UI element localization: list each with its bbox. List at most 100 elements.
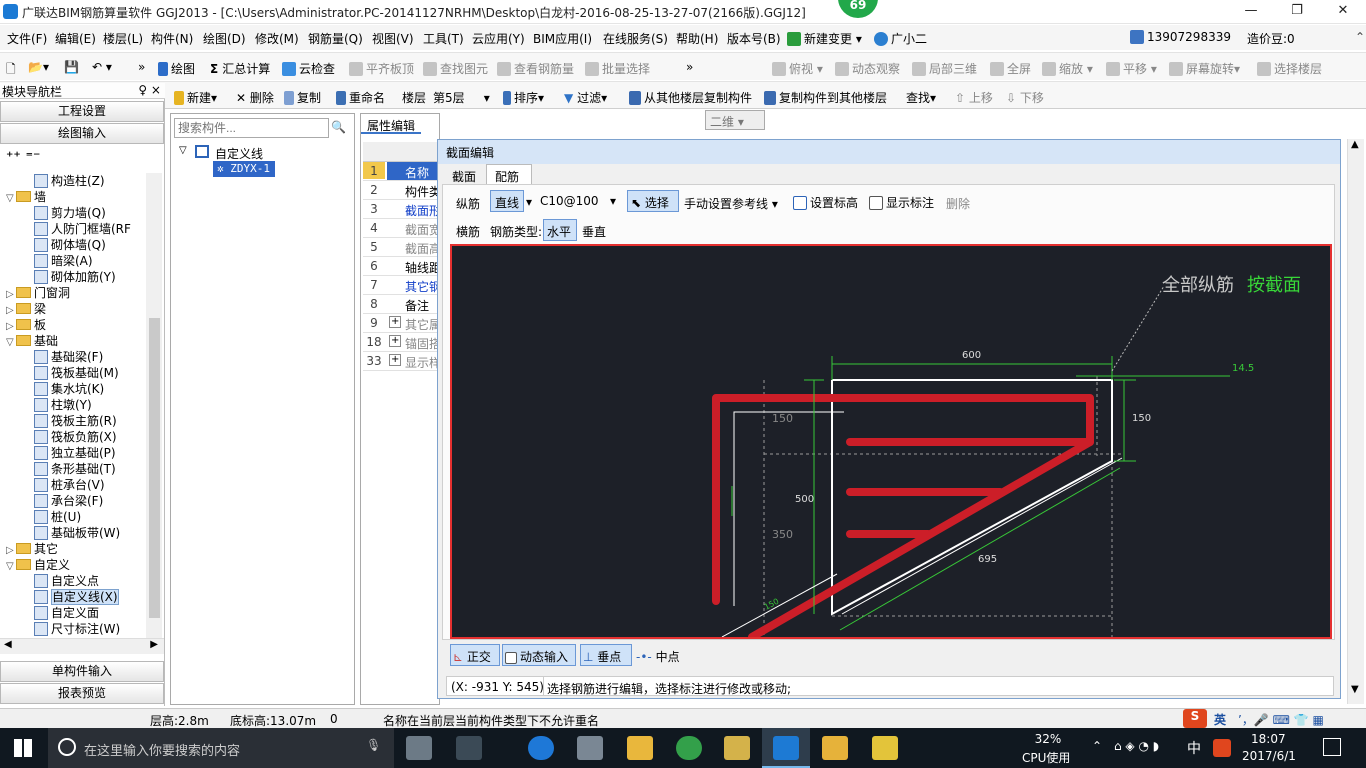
nav-tree-item[interactable]: 承台梁(F) [34, 493, 103, 509]
copy-to-floor-button[interactable]: 复制构件到其他楼层 [764, 89, 887, 106]
nav-tree-item[interactable]: 柱墩(Y) [34, 397, 92, 413]
taskbar-search-box[interactable]: 在这里输入你要搜索的内容 🎙 [48, 728, 394, 768]
move-up-button[interactable]: ⇧ 上移 [955, 89, 993, 106]
minimize-button[interactable]: — [1228, 0, 1274, 24]
clock-time[interactable]: 18:07 [1251, 732, 1286, 746]
taskbar-ggj-active[interactable] [762, 728, 810, 768]
rename-button[interactable]: 重命名 [336, 89, 385, 106]
expand-all-icon[interactable]: ⁺⁺ ⁼⁻ [6, 149, 40, 165]
copy-component-button[interactable]: 复制 [284, 89, 321, 106]
zoom-button[interactable]: 缩放 ▾ [1042, 60, 1093, 77]
property-row[interactable]: 33 + 显示样 [363, 352, 441, 371]
nav-folder[interactable]: ▷ 梁 [6, 301, 46, 317]
property-row[interactable]: 5 截面高 [363, 238, 441, 257]
scroll-down-icon[interactable]: ▼ [1351, 684, 1359, 695]
nav-tree-item[interactable]: 尺寸标注(W) [34, 621, 120, 637]
ime-indicator[interactable]: 中 [1187, 738, 1201, 758]
nav-tree-item[interactable]: 暗梁(A) [34, 253, 93, 269]
pin-close-icon[interactable]: ♀ × [138, 83, 161, 97]
nav-tree-item[interactable]: 独立基础(P) [34, 445, 116, 461]
nav-tree-item[interactable]: 集水坑(K) [34, 381, 104, 397]
component-tree-root[interactable]: 自定义线 [215, 145, 263, 162]
nav-tree-item[interactable]: 基础梁(F) [34, 349, 103, 365]
ime-toolbar-icons[interactable]: ’，🎤 ⌨ 👕 ▦ [1238, 711, 1324, 728]
tab-property-edit[interactable]: 属性编辑 [361, 114, 421, 134]
menu-modify[interactable]: 修改(M) [255, 30, 299, 47]
tray-chevron-icon[interactable]: ⌃ [1092, 739, 1102, 753]
nav-tree-item[interactable]: 桩(U) [34, 509, 81, 525]
restore-button[interactable]: ❐ [1274, 0, 1320, 24]
ime-lang[interactable]: 英 [1214, 711, 1226, 728]
nav-folder[interactable]: ▷ 板 [6, 317, 46, 333]
draw-input-button[interactable]: 绘图输入 [0, 123, 164, 144]
microphone-icon[interactable]: 🎙 [366, 738, 381, 752]
floor-select[interactable]: 第5层 ▾ [433, 89, 490, 106]
nav-tree-item[interactable]: 砌体加筋(Y) [34, 269, 116, 285]
draw-button[interactable]: 绘图 [158, 60, 195, 77]
sogou-ime-icon[interactable]: S [1183, 709, 1207, 728]
clock-date[interactable]: 2017/6/1 [1242, 749, 1296, 763]
select-floor-button[interactable]: 选择楼层 [1257, 60, 1322, 77]
nav-folder[interactable]: ▷ 其它 [6, 541, 58, 557]
nav-tree-item[interactable]: 自定义面 [34, 605, 99, 621]
menu-file[interactable]: 文件(F) [7, 30, 47, 47]
chevron-down-icon[interactable]: ▾ [526, 195, 532, 209]
nav-tree-item[interactable]: 筏板负筋(X) [34, 429, 117, 445]
menu-online[interactable]: 在线服务(S) [603, 30, 668, 47]
user-account[interactable]: 13907298339 [1130, 30, 1231, 44]
property-row[interactable]: 6 轴线距 [363, 257, 441, 276]
update-badge[interactable]: 69 [838, 0, 878, 18]
app-green-icon[interactable] [676, 736, 702, 760]
tab-reinforcement[interactable]: 配筋 [486, 164, 532, 185]
dim-total[interactable]: 500 [795, 494, 814, 505]
help-app-icon[interactable] [872, 736, 898, 760]
midpoint-button[interactable]: -•- 中点 [636, 648, 680, 665]
label-by-section[interactable]: 按截面 [1247, 275, 1301, 296]
delete-rebar-button[interactable]: 删除 [946, 195, 970, 212]
rebar-spec-select[interactable]: C10@100 ▾ [540, 194, 616, 208]
new-change-button[interactable]: 新建变更 ▾ [787, 30, 862, 47]
overflow-chevron-icon[interactable]: » [686, 60, 693, 74]
app-yellow-icon[interactable] [822, 736, 848, 760]
flat-slab-button[interactable]: 平齐板顶 [349, 60, 414, 77]
batch-select-button[interactable]: 批量选择 [585, 60, 650, 77]
nav-scrollbar-thumb[interactable] [149, 318, 160, 618]
menu-cloud[interactable]: 云应用(Y) [472, 30, 525, 47]
save-icon[interactable]: 💾 [64, 60, 79, 74]
new-component-button[interactable]: 新建▾ [174, 89, 217, 106]
single-component-button[interactable]: 单构件输入 [0, 661, 164, 682]
property-row[interactable]: 18 + 锚固搭 [363, 333, 441, 352]
set-elevation-button[interactable]: 设置标高 [793, 194, 858, 211]
select-tool-button[interactable]: ⬉ 选择 [627, 190, 679, 212]
delete-component-button[interactable]: ✕ 删除 [236, 89, 274, 106]
new-file-icon[interactable]: 🗋 [6, 60, 16, 81]
nav-tree-item[interactable]: 自定义线(X) [34, 589, 119, 605]
dim-top[interactable]: 600 [962, 350, 981, 361]
dynamic-input-button[interactable]: 动态输入 [502, 644, 576, 666]
menu-draw[interactable]: 绘图(D) [203, 30, 246, 47]
chevron-up-icon[interactable]: ⌃ [1355, 30, 1365, 44]
line-mode-button[interactable]: 直线 [490, 190, 524, 212]
property-row[interactable]: 9 + 其它属 [363, 314, 441, 333]
menu-component[interactable]: 构件(N) [151, 30, 193, 47]
nav-tree-item[interactable]: 筏板基础(M) [34, 365, 119, 381]
nav-folder[interactable]: ▽ 自定义 [6, 557, 70, 573]
report-preview-button[interactable]: 报表预览 [0, 683, 164, 704]
sort-button[interactable]: 排序▾ [503, 89, 544, 106]
tab-section[interactable]: 截面 [444, 164, 484, 184]
project-settings-button[interactable]: 工程设置 [0, 101, 164, 122]
dim-elevation[interactable]: 14.5 [1232, 363, 1254, 374]
collapse-icon[interactable]: ▽ [6, 559, 16, 575]
nav-tree-item[interactable]: 基础板带(W) [34, 525, 120, 541]
scroll-up-icon[interactable]: ▲ [1351, 139, 1359, 150]
store-icon[interactable] [577, 736, 603, 760]
nav-tree-item[interactable]: 构造柱(Z) [34, 173, 105, 189]
property-row[interactable]: 1 名称 [363, 162, 439, 181]
notification-icon[interactable] [1323, 738, 1341, 756]
nav-hscrollbar[interactable]: ◀ ▶ [0, 638, 164, 654]
perpendicular-button[interactable]: ⊥ 垂点 [580, 644, 632, 666]
collapse-icon[interactable]: ▽ [179, 145, 187, 156]
vertical-button[interactable]: 垂直 [582, 223, 606, 240]
assistant-button[interactable]: 广小二 [874, 30, 927, 47]
dynamic-view-button[interactable]: 动态观察 [835, 60, 900, 77]
